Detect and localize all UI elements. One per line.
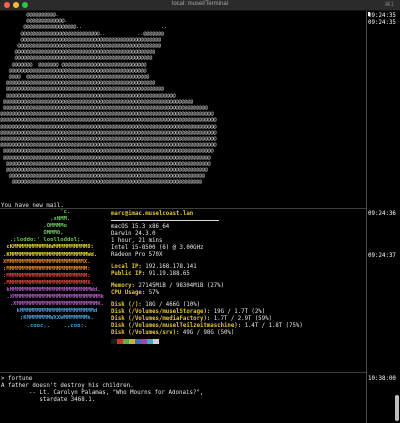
apple-art-line: .KMMMMMMMMMMMMMMMMMMMMMMMWd. bbox=[3, 251, 98, 258]
disk-value: 18G / 466G (10%) bbox=[145, 302, 201, 308]
shark-ascii-art: @@@@@@@@@@. @@@@@@@@@@@@@. @@@@@@@@@@@@@… bbox=[0, 12, 217, 186]
timestamp: 09:24:35 bbox=[368, 13, 396, 19]
shark-art-line: @@@@@@@@@@@@@@@@@@@@@@@@@@@@@@@@@@@@@@@@… bbox=[0, 55, 214, 62]
shark-art-line: @@@@@@@@@@@@@@@@@@@@@@@@@@@@@@@@@@@@@@@@… bbox=[0, 92, 214, 99]
apple-art-line: ;MMMMMMMMMMMMMMMMMMMMMMMM: bbox=[3, 265, 91, 272]
apple-art-line: .XMMMMMMMMMMMMMMMMMMMMMMMMMMk bbox=[3, 294, 105, 301]
timestamp: 10:38:00 bbox=[368, 376, 396, 382]
memory-label: Memory: bbox=[111, 283, 135, 289]
system-info-panel: marc@imac.muselcoast.lan macOS 15.3 x86_… bbox=[111, 211, 361, 344]
apple-art-line: :MMMMMMMMMMMMMMMMMMMMMMMM: bbox=[3, 272, 91, 279]
shark-art-line: @@@@@@@@@@@@@@@@@@@@@@@@@@@@@@@@@@@@@@@@… bbox=[0, 117, 217, 124]
apple-art-line: kMMMMMMMMMMMMMMMMMMMMMMd bbox=[3, 308, 98, 315]
shark-art-line: @@@@@@@@@@@@@@@@@@.. .. bbox=[0, 24, 214, 31]
command-prompt[interactable]: > fortune bbox=[1, 376, 32, 383]
fortune-line: A father doesn't destroy his children. bbox=[1, 383, 134, 389]
window-title: local: musel/Terminal bbox=[171, 1, 229, 7]
shark-art-line: @@@@@@@@@@@@@@@@@@@@@@@@@@@@@@@@@@@@@@@@… bbox=[0, 148, 217, 155]
fortune-line: -- Lt. Carolyn Palamas, "Who Mourns for … bbox=[1, 390, 204, 396]
disk-label: Disk (/Volumes/muselTeilzeitmaschine): bbox=[111, 323, 242, 329]
shark-art-line: @@@@@@@@@@@@@@@@@@@@@@@@@@@@@@@@@@@@@@@@… bbox=[0, 154, 217, 161]
local-ip-row: Local IP: 192.168.178.141 bbox=[111, 264, 361, 271]
disk-label: Disk (/): bbox=[111, 302, 142, 308]
disk-value: 1.4T / 1.8T (75%) bbox=[244, 323, 303, 329]
disk-row: Disk (/Volumes/muselStorage): 19G / 1.7T… bbox=[111, 309, 361, 316]
apple-art-line: .OMMMMo bbox=[3, 223, 67, 230]
user-host: marc@imac.muselcoast.lan bbox=[111, 211, 194, 217]
kernel-value: Darwin 24.3.0 bbox=[111, 231, 156, 237]
disk-label: Disk (/Volumes/muselStorage): bbox=[111, 309, 211, 315]
local-ip-label: Local IP: bbox=[111, 264, 142, 270]
uptime-value: 1 hour, 21 mins bbox=[111, 238, 163, 244]
fortune-output: A father doesn't destroy his children. -… bbox=[1, 383, 203, 404]
apple-art-line: .MMMMMMMMMMMMMMMMMMMMMMMMX. bbox=[3, 279, 94, 286]
public-ip-row: Public IP: 91.19.188.65 bbox=[111, 271, 361, 278]
fortune-line: stardate 3468.1. bbox=[1, 397, 96, 403]
apple-art-line: cKMMMMMMMMMMNWMMMMMMMMMM0: bbox=[3, 244, 94, 251]
os-value: macOS 15.3 x86_64 bbox=[111, 224, 170, 230]
local-ip-value: 192.168.178.141 bbox=[145, 264, 197, 270]
tab-shortcut-label: ⌘1 bbox=[384, 2, 394, 8]
timestamp: 09:24:37 bbox=[368, 253, 396, 259]
apple-art-line: 'c. bbox=[3, 209, 71, 215]
public-ip-label: Public IP: bbox=[111, 271, 146, 277]
disk-label: Disk (/Volumes/mediaFactory): bbox=[111, 316, 211, 322]
shark-art-line: @@@@@@@@@@@@@@@@@@@@@@@@@@@@@@@@@@@@@@@@… bbox=[0, 123, 217, 130]
shark-art-line: @@@@@@@@@@@@@@@@@@@@@@@@@@@@@@@@@@@@@@@@… bbox=[0, 86, 214, 93]
apple-art-line: .XMMMMMMMMMMMMMMMMMMMMMMMMK. bbox=[3, 301, 105, 308]
scrollbar[interactable] bbox=[395, 395, 399, 421]
disk-value: 49G / 98G (50%) bbox=[182, 330, 235, 336]
disk-value: 19G / 1.7T (2%) bbox=[213, 309, 266, 315]
apple-art-line: ;KMMMMMMMWXXWMMMMMMMk. bbox=[3, 315, 94, 322]
block-divider bbox=[0, 372, 366, 373]
shark-art-line: @@@@@@@@@@@@@@@@@@@@@@@@@@@@@@@@@@@@@@@@… bbox=[0, 179, 217, 186]
memory-value: 27145MiB / 98304MiB (27%) bbox=[138, 283, 225, 289]
memory-row: Memory: 27145MiB / 98304MiB (27%) bbox=[111, 283, 361, 290]
cpu-value: Intel i5-8500 (6) @ 3.00GHz bbox=[111, 245, 204, 251]
color-swatch bbox=[153, 339, 159, 344]
terminal-window: local: musel/Terminal ⌘1 @@@@@@@@@@. @@@… bbox=[0, 0, 400, 423]
color-swatches bbox=[111, 339, 361, 344]
apple-art-line: OMMM0, bbox=[3, 230, 64, 237]
title-bar[interactable]: local: musel/Terminal ⌘1 bbox=[0, 0, 400, 11]
timestamp: 09:24:35 bbox=[368, 20, 396, 26]
gpu-value: Radeon Pro 570X bbox=[111, 252, 163, 258]
apple-art-line: .;loddo:' loolloddol;. bbox=[3, 237, 84, 244]
cpu-usage-value: 57% bbox=[148, 290, 159, 296]
info-separator bbox=[111, 220, 219, 221]
cpu-usage-label: CPU Usage: bbox=[111, 290, 146, 296]
disk-row: Disk (/): 18G / 466G (10%) bbox=[111, 302, 361, 309]
apple-art-line: .cooc,. .,coo:. bbox=[3, 322, 88, 329]
apple-art-line: ,xNMM. bbox=[3, 216, 71, 223]
apple-ascii-logo: 'c. ,xNMM. .OMMMMo OMMM0, .;loddo:' lool… bbox=[3, 209, 104, 330]
disk-row: Disk (/Volumes/srv): 49G / 98G (50%) bbox=[111, 330, 361, 337]
disk-value: 1.7T / 2.9T (59%) bbox=[213, 316, 272, 322]
cpu-usage-row: CPU Usage: 57% bbox=[111, 290, 361, 297]
timestamp: 09:24:36 bbox=[368, 211, 396, 217]
shark-art-line: @@@@@@@@@@@@@@@@@@@@@@@@@@@.. ..@@@@@@@ bbox=[0, 30, 214, 37]
disk-row: Disk (/Volumes/muselTeilzeitmaschine): 1… bbox=[111, 323, 361, 330]
apple-art-line: XMMMMMMMMMMMMMMMMMMMMMMMX. bbox=[3, 258, 91, 265]
apple-art-line: kMMMMMMMMMMMMMMMMMMMMMMMMWd. bbox=[3, 287, 101, 294]
shark-art-line: @@@@@@@ @@@@@@@ @@@@@@@@@@@@@@@@@@@@@@@@… bbox=[0, 61, 214, 68]
disk-label: Disk (/Volumes/srv): bbox=[111, 330, 180, 336]
public-ip-value: 91.19.188.65 bbox=[148, 271, 190, 277]
disk-row: Disk (/Volumes/mediaFactory): 1.7T / 2.9… bbox=[111, 316, 361, 323]
